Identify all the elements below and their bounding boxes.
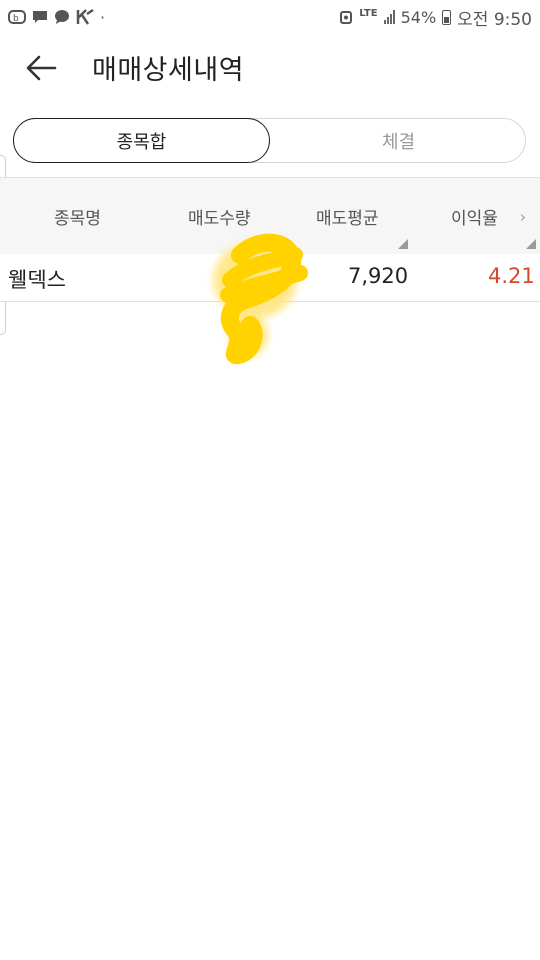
- tab-executions[interactable]: 체결: [270, 118, 527, 163]
- sort-indicator-icon: [398, 239, 408, 249]
- battery-icon: [442, 9, 452, 25]
- svg-text:b: b: [13, 14, 19, 24]
- column-header-sell-avg[interactable]: 매도평균: [316, 204, 379, 229]
- cell-stock-name: 웰덱스: [8, 268, 66, 292]
- sort-indicator-icon: [526, 239, 536, 249]
- column-header-profit-rate[interactable]: 이익율: [451, 204, 498, 229]
- status-bar-left: b ·: [8, 8, 105, 27]
- cell-sell-avg: 7,920: [348, 264, 409, 288]
- notification-app-icon: b: [8, 10, 26, 24]
- clock: 오전 9:50: [457, 9, 532, 30]
- cell-profit-rate: 4.21: [488, 264, 535, 288]
- app-header: 매매상세내역: [0, 34, 540, 102]
- chat-bubble-icon: [55, 10, 69, 24]
- column-header-stock-name[interactable]: 종목명: [54, 204, 101, 229]
- status-bar-right: LTE 54% 오전 9:50: [339, 5, 532, 30]
- app-k-icon: [76, 9, 94, 25]
- data-saver-icon: [340, 11, 353, 24]
- more-notifications-dot: ·: [100, 7, 106, 27]
- arrow-left-icon[interactable]: [22, 48, 62, 88]
- battery-percent: 54%: [400, 7, 437, 27]
- network-type: LTE: [359, 8, 378, 19]
- redaction-scribble: [213, 233, 308, 365]
- tab-stock-summary[interactable]: 종목합: [13, 118, 270, 163]
- chevron-right-icon[interactable]: ›: [520, 208, 526, 226]
- signal-icon: [383, 10, 395, 24]
- status-bar: b · LTE 54% 오전 9:50: [0, 0, 540, 34]
- message-icon: [33, 11, 47, 23]
- segment-tabs: 종목합 체결: [13, 118, 526, 163]
- page-title: 매매상세내역: [92, 55, 245, 86]
